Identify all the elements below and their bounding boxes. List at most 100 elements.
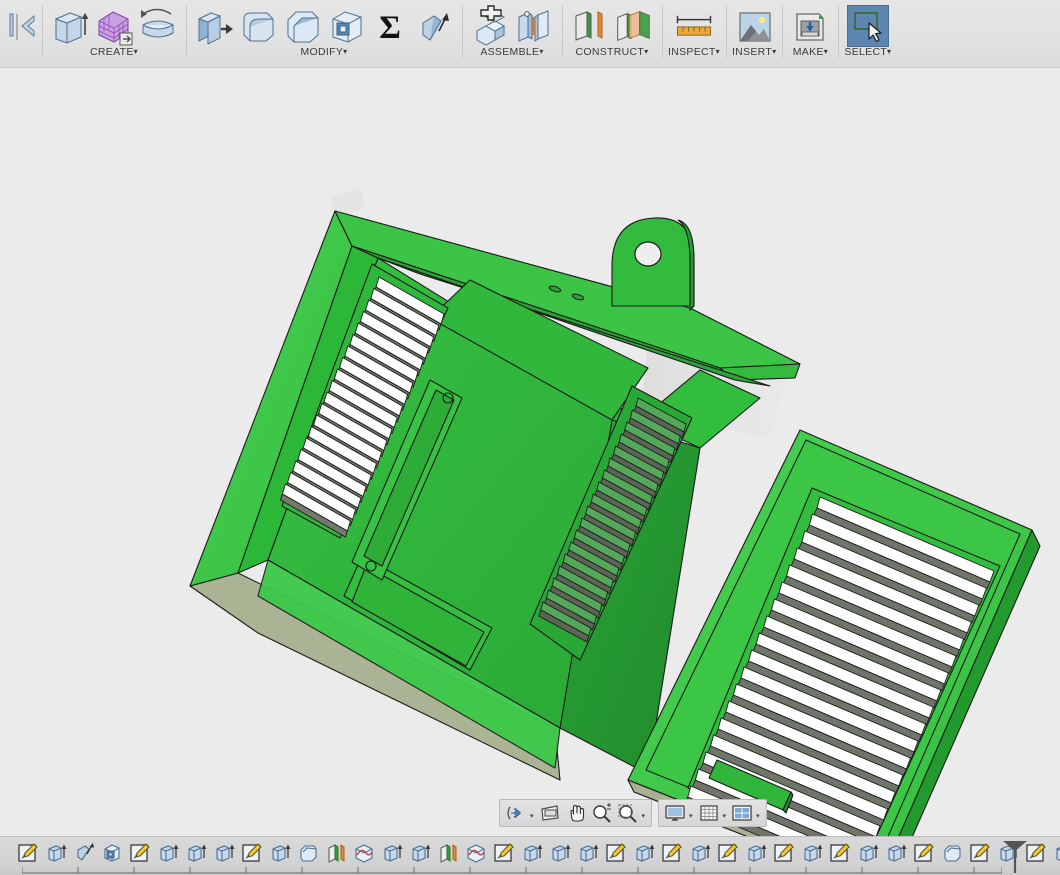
chevron-down-icon[interactable]: ▾ [343,47,347,56]
construct-label: CONSTRUCT▾ [576,46,649,59]
chevron-down-icon[interactable]: ▾ [716,47,720,56]
sketch-icon [774,843,794,862]
timeline-feature-extrude[interactable] [630,839,658,867]
toolbar-group-select: SELECT▾ [838,0,897,66]
timeline-feature-extrude[interactable] [574,839,602,867]
fit-button[interactable] [615,801,641,825]
chevron-down-icon[interactable]: ▾ [689,812,693,820]
timeline-feature-extrude[interactable] [518,839,546,867]
sketch-icon [970,843,990,862]
timeline-feature-sketch[interactable] [490,839,518,867]
sketch-icon [606,843,626,862]
timeline-feature-extrude[interactable] [882,839,910,867]
pan-button[interactable] [563,801,589,825]
chevron-down-icon[interactable]: ▾ [530,812,534,820]
mounting-tab[interactable] [611,217,695,312]
chamfer-icon [944,845,961,862]
timeline-feature-loft[interactable] [462,839,490,867]
sketch-icon [494,843,514,862]
timeline-feature-loft[interactable] [350,839,378,867]
svg-text:Σ: Σ [379,10,401,46]
timeline-feature-sketch[interactable] [14,839,42,867]
new-component-button[interactable] [468,3,512,49]
timeline-feature-move[interactable] [70,839,98,867]
timeline-feature-sketch[interactable] [658,839,686,867]
look-at-button[interactable] [537,801,563,825]
timeline-feature-sketch[interactable] [238,839,266,867]
combine-button[interactable]: Σ [368,3,412,49]
timeline-feature-extrude[interactable] [686,839,714,867]
3d-print-button[interactable] [788,3,832,49]
select-label: SELECT▾ [844,46,891,59]
toolbar-group-label [17,46,20,58]
extrude-button[interactable] [48,3,92,49]
timeline-feature-extrude[interactable] [798,839,826,867]
toolbar-group-insert: INSERT▾ [725,0,782,66]
timeline-feature-sketch[interactable] [826,839,854,867]
chevron-down-icon[interactable]: ▾ [824,47,828,56]
chevron-down-icon[interactable]: ▾ [723,812,727,820]
timeline-end-marker[interactable] [1000,839,1030,875]
timeline-feature-sketch[interactable] [602,839,630,867]
press-pull-button[interactable] [192,3,236,49]
measure-button[interactable] [672,3,716,49]
chevron-down-icon[interactable]: ▾ [134,47,138,56]
plane-icon [328,844,345,863]
timeline-feature-chamfer[interactable] [294,839,322,867]
revolve-button[interactable] [136,3,180,49]
sketch-icon [914,843,934,862]
timeline-feature-extrude[interactable] [406,839,434,867]
chevron-down-icon[interactable]: ▾ [887,47,891,56]
shell-button[interactable] [324,3,368,49]
plane-at-angle-button[interactable] [612,3,656,49]
timeline-feature-extrude[interactable] [210,839,238,867]
timeline-feature-extrude[interactable] [1050,839,1060,867]
timeline-feature-plane[interactable] [322,839,350,867]
move-copy-button[interactable] [412,3,456,49]
sketch-tool-partial-1[interactable] [0,3,14,49]
fillet-button[interactable] [236,3,280,49]
timeline-feature-sketch[interactable] [910,839,938,867]
toolbar-group-sketch-partial [0,0,42,66]
create-form-button[interactable] [92,3,136,49]
chevron-down-icon[interactable]: ▾ [756,812,760,820]
chevron-down-icon[interactable]: ▾ [772,47,776,56]
timeline-feature-extrude[interactable] [854,839,882,867]
select-button[interactable] [846,5,889,47]
offset-plane-button[interactable] [568,3,612,49]
timeline-bar[interactable] [0,836,1060,875]
timeline-feature-sketch[interactable] [770,839,798,867]
timeline-ruler [22,867,1002,874]
timeline-feature-extrude[interactable] [378,839,406,867]
timeline-feature-chamfer[interactable] [938,839,966,867]
timeline-feature-extrude[interactable] [266,839,294,867]
timeline-feature-shell[interactable] [98,839,126,867]
timeline-feature-plane[interactable] [434,839,462,867]
viewport-canvas[interactable] [0,68,1060,836]
chamfer-button[interactable] [280,3,324,49]
modify-label: MODIFY▾ [301,46,348,59]
insert-canvas-button[interactable] [732,3,776,49]
timeline-feature-extrude[interactable] [42,839,70,867]
extrude-icon [524,844,543,862]
display-settings-button[interactable] [662,801,688,825]
joint-button[interactable] [512,3,556,49]
shell-icon [104,844,120,862]
timeline-feature-sketch[interactable] [714,839,742,867]
model-3d-view[interactable] [0,68,1060,836]
timeline-feature-extrude[interactable] [154,839,182,867]
zoom-button[interactable] [589,801,615,825]
sketch-tool-partial-2[interactable] [14,3,38,49]
chevron-down-icon[interactable]: ▾ [539,47,543,56]
chevron-down-icon[interactable]: ▾ [644,47,648,56]
timeline-feature-extrude[interactable] [546,839,574,867]
timeline-feature-sketch[interactable] [126,839,154,867]
toolbar-group-make: MAKE▾ [782,0,838,66]
viewports-button[interactable] [729,801,755,825]
chevron-down-icon[interactable]: ▾ [642,812,646,820]
timeline-feature-sketch[interactable] [966,839,994,867]
orbit-button[interactable] [503,801,529,825]
grid-snaps-button[interactable] [696,801,722,825]
timeline-feature-extrude[interactable] [742,839,770,867]
timeline-feature-extrude[interactable] [182,839,210,867]
